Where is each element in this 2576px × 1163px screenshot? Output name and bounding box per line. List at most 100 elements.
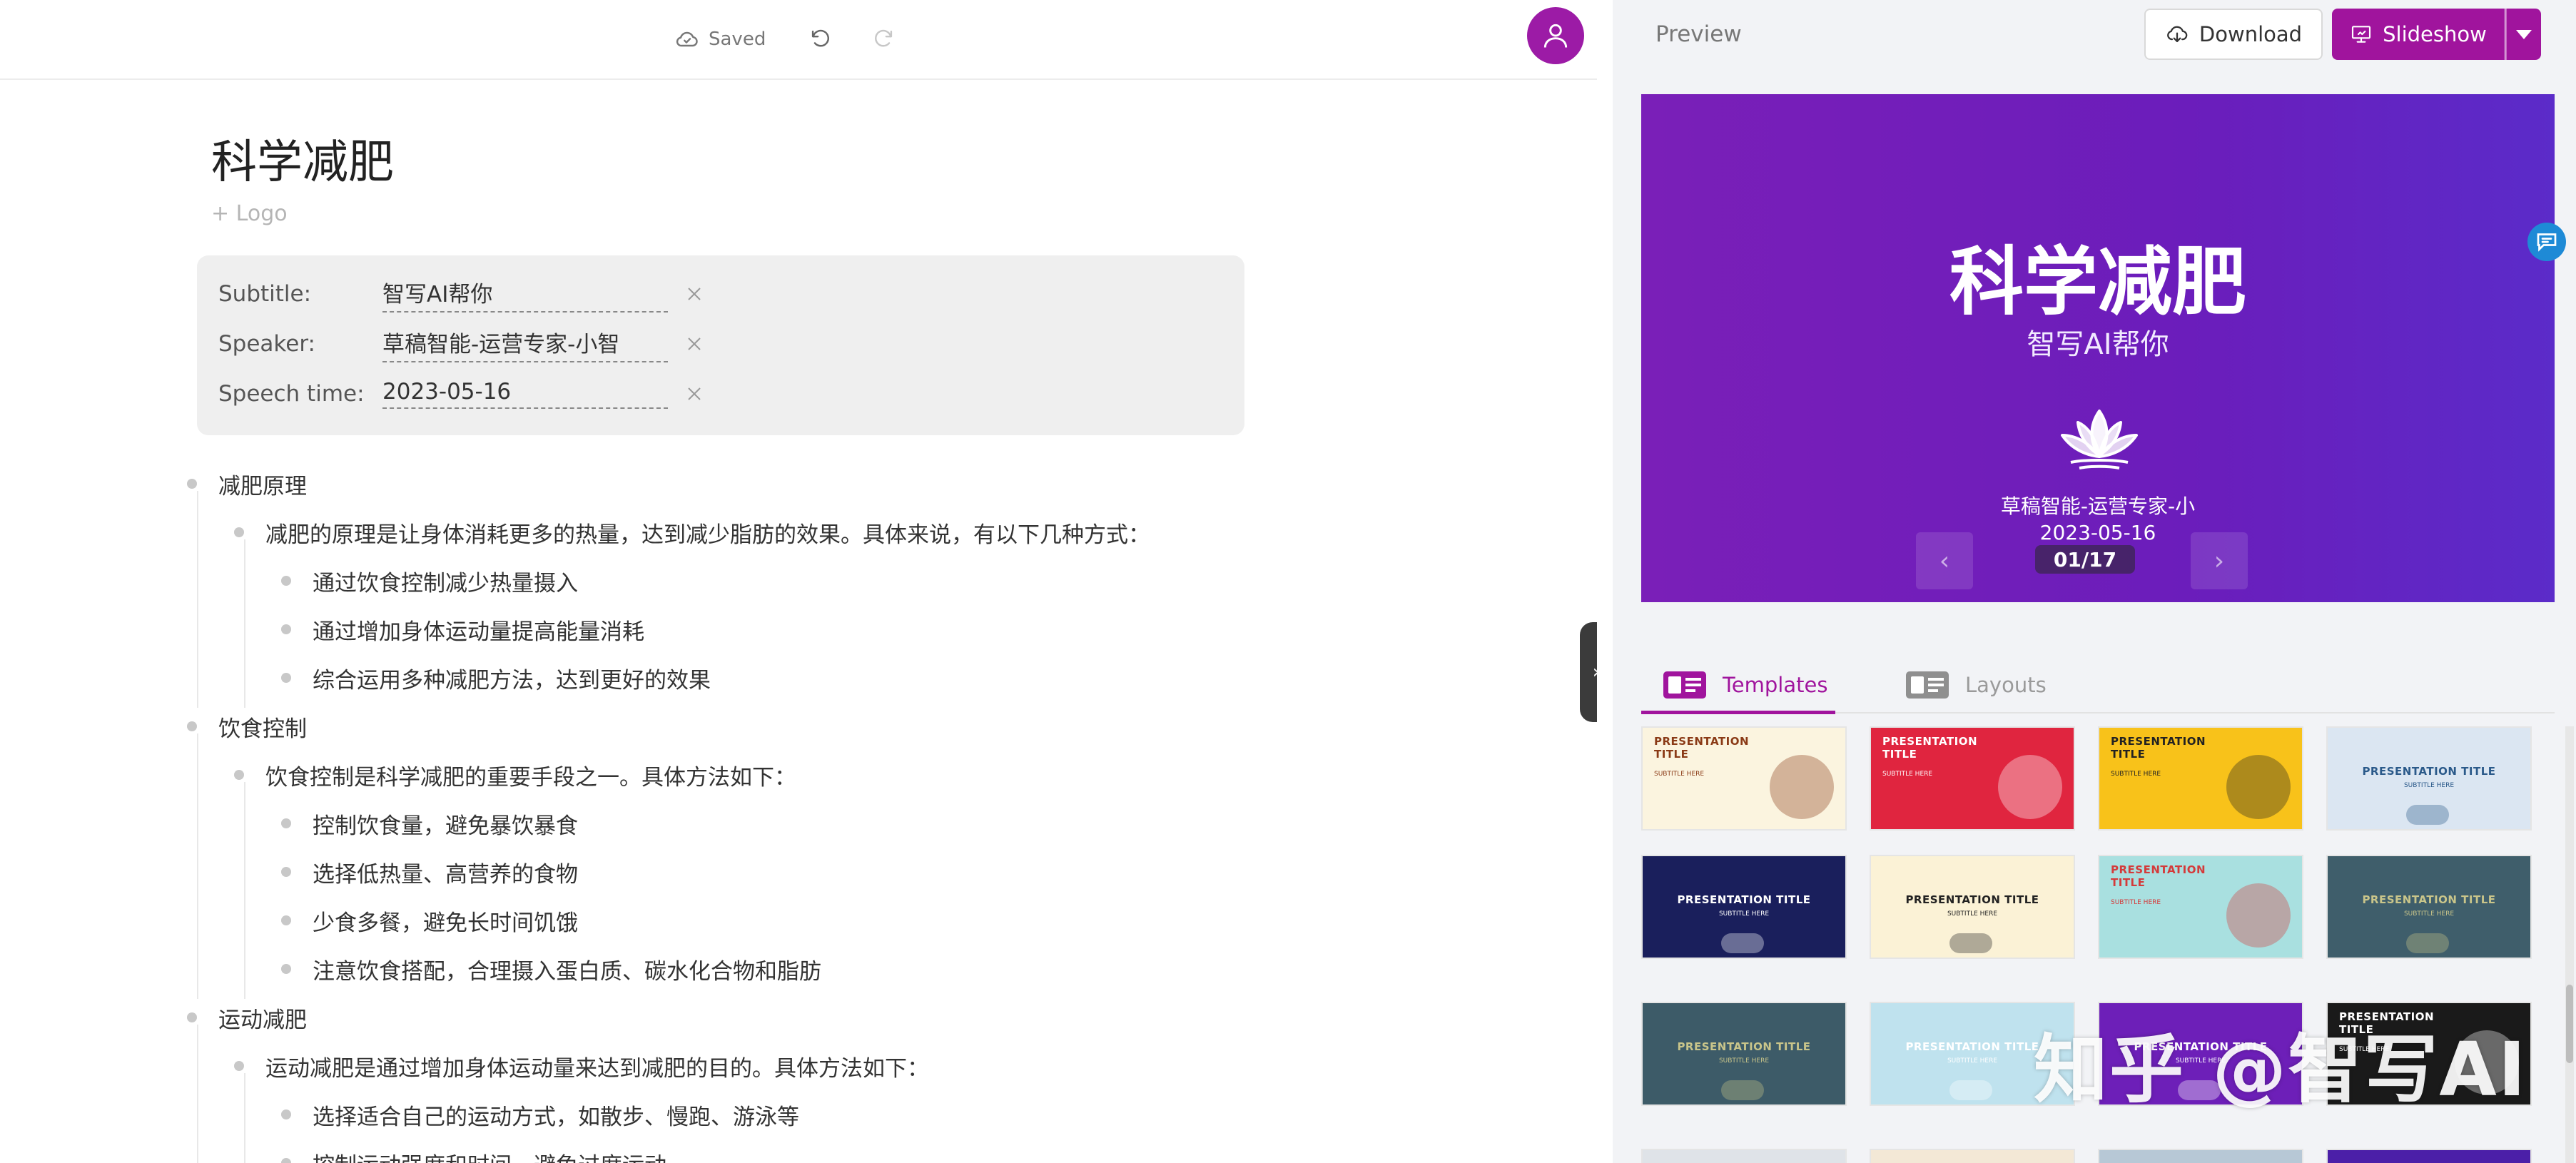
- download-button[interactable]: Download: [2144, 9, 2323, 60]
- preview-label: Preview: [1655, 21, 1742, 47]
- redo-icon: [875, 29, 893, 47]
- indent-guide: [197, 1025, 198, 1163]
- bullet-icon[interactable]: [234, 527, 244, 537]
- outline-item-text: 通过增加身体运动量提高能量消耗: [313, 619, 644, 645]
- bullet-icon[interactable]: [187, 721, 197, 731]
- outline-item[interactable]: 饮食控制: [187, 705, 307, 748]
- redo-button[interactable]: [866, 20, 903, 57]
- outline-item[interactable]: 减肥的原理是让身体消耗更多的热量，达到减少脂肪的效果。具体来说，有以下几种方式：: [234, 511, 1150, 554]
- chevron-right-icon: ›: [2214, 546, 2225, 576]
- template-thumbnail[interactable]: PRESENTATION TITLE SUBTITLE HERE: [2098, 855, 2303, 959]
- outline-item-text: 减肥的原理是让身体消耗更多的热量，达到减少脂肪的效果。具体来说，有以下几种方式：: [265, 522, 1150, 548]
- outline-item[interactable]: 减肥原理: [187, 462, 307, 505]
- bullet-icon[interactable]: [281, 818, 291, 828]
- document-title[interactable]: 科学减肥: [211, 126, 394, 191]
- template-subtitle: SUBTITLE HERE: [2403, 782, 2455, 789]
- subtitle-field[interactable]: 智写AI帮你: [382, 276, 668, 313]
- outline-item[interactable]: 运动减肥是通过增加身体运动量来达到减肥的目的。具体方法如下：: [234, 1045, 929, 1087]
- bullet-icon[interactable]: [281, 624, 291, 634]
- editor-pane: Saved 科学减肥 + Logo Subtitle: 智写AI帮你 Speak…: [0, 0, 1597, 1163]
- template-subtitle: SUBTITLE HERE: [1718, 910, 1770, 918]
- outline-item-text: 注意饮食搭配，合理摄入蛋白质、碳水化合物和脂肪: [313, 958, 821, 985]
- template-artwork: [1721, 1080, 1764, 1100]
- outline-item[interactable]: 综合运用多种减肥方法，达到更好的效果: [281, 656, 711, 699]
- bullet-icon[interactable]: [187, 1012, 197, 1022]
- previous-slide-button[interactable]: ‹: [1916, 532, 1973, 589]
- outline-item[interactable]: 运动减肥: [187, 996, 307, 1039]
- close-icon: [688, 387, 701, 400]
- outline-item[interactable]: 饮食控制是科学减肥的重要手段之一。具体方法如下：: [234, 753, 796, 796]
- template-thumbnail[interactable]: PRESENTATION TITLE SUBTITLE HERE: [1641, 1002, 1847, 1106]
- clear-speech-time-button[interactable]: [684, 383, 705, 405]
- panel-scrollbar-thumb[interactable]: [2566, 985, 2573, 1063]
- clear-speaker-button[interactable]: [684, 333, 705, 355]
- bullet-icon[interactable]: [281, 1109, 291, 1119]
- cloud-download-icon: [2167, 26, 2188, 43]
- outline-item[interactable]: 选择低热量、高营养的食物: [281, 850, 578, 893]
- editor-toolbar: Saved: [0, 0, 1597, 80]
- presentation-icon: [2352, 26, 2371, 43]
- bullet-icon[interactable]: [281, 576, 291, 586]
- template-thumbnail[interactable]: PRESENTATION TITLE SUBTITLE HERE: [2326, 855, 2532, 959]
- watermark: 知乎 @智写AI: [2034, 1026, 2527, 1113]
- user-avatar[interactable]: [1527, 7, 1584, 64]
- template-subtitle: SUBTITLE HERE: [1654, 771, 1705, 778]
- undo-button[interactable]: [801, 20, 838, 57]
- template-subtitle: SUBTITLE HERE: [1882, 771, 1933, 778]
- next-slide-button[interactable]: ›: [2191, 532, 2248, 589]
- slide-preview[interactable]: 科学减肥 智写AI帮你 草稿智能-运营专家-小 2023-05-16 ‹ › 0…: [1641, 94, 2555, 602]
- template-thumbnail[interactable]: [1870, 1149, 2075, 1163]
- add-logo-link[interactable]: + Logo: [211, 201, 288, 226]
- close-icon: [688, 337, 701, 350]
- caret-down-icon: [2516, 29, 2532, 39]
- meta-row-speech-time: Speech time: 2023-05-16: [218, 374, 705, 414]
- outline-item[interactable]: 注意饮食搭配，合理摄入蛋白质、碳水化合物和脂肪: [281, 948, 821, 990]
- template-thumbnail[interactable]: [2326, 1149, 2532, 1163]
- slideshow-label: Slideshow: [2383, 22, 2487, 46]
- bullet-icon[interactable]: [281, 915, 291, 925]
- bullet-icon[interactable]: [281, 964, 291, 974]
- bullet-icon[interactable]: [234, 770, 244, 780]
- assistant-widget[interactable]: [2527, 223, 2566, 261]
- template-thumbnail[interactable]: PRESENTATION TITLE SUBTITLE HERE: [1641, 726, 1847, 831]
- outline-item-text: 选择低热量、高营养的食物: [313, 861, 578, 888]
- template-thumbnail[interactable]: PRESENTATION TITLE SUBTITLE HERE: [1641, 855, 1847, 959]
- panel-scrollbar-track[interactable]: [2565, 726, 2574, 1163]
- template-artwork: [1949, 1080, 1992, 1100]
- template-thumbnail[interactable]: PRESENTATION TITLE SUBTITLE HERE: [1870, 855, 2075, 959]
- outline-item[interactable]: 控制运动强度和时间，避免过度运动: [281, 1142, 666, 1163]
- outline-item[interactable]: 选择适合自己的运动方式，如散步、慢跑、游泳等: [281, 1093, 799, 1136]
- outline-item[interactable]: 通过增加身体运动量提高能量消耗: [281, 608, 644, 651]
- slideshow-options-dropdown[interactable]: [2505, 9, 2541, 60]
- template-artwork: [2226, 883, 2291, 948]
- template-thumbnail[interactable]: [2098, 1149, 2303, 1163]
- template-thumbnail[interactable]: [1641, 1149, 1847, 1163]
- clear-subtitle-button[interactable]: [684, 283, 705, 305]
- bullet-icon[interactable]: [234, 1061, 244, 1071]
- indent-guide: [244, 782, 245, 999]
- meta-label: Speaker:: [218, 331, 315, 357]
- template-title: PRESENTATION TITLE: [2362, 893, 2496, 906]
- outline-item[interactable]: 少食多餐，避免长时间饥饿: [281, 899, 578, 942]
- outline-item[interactable]: 控制饮食量，避免暴饮暴食: [281, 802, 578, 845]
- template-thumbnail[interactable]: PRESENTATION TITLE SUBTITLE HERE: [1870, 726, 2075, 831]
- collapse-panel-button[interactable]: ›: [1580, 622, 1597, 722]
- slide-counter: 01/17: [2035, 545, 2135, 574]
- template-title: PRESENTATION TITLE: [2111, 735, 2206, 761]
- template-tabs: Templates Layouts: [1641, 656, 2555, 714]
- speaker-field[interactable]: 草稿智能-运营专家-小智: [382, 326, 668, 362]
- bullet-icon[interactable]: [281, 867, 291, 877]
- template-artwork: [1721, 933, 1764, 953]
- slideshow-button[interactable]: Slideshow: [2332, 9, 2505, 60]
- speech-time-field[interactable]: 2023-05-16: [382, 379, 668, 409]
- bullet-icon[interactable]: [187, 479, 197, 489]
- bullet-icon[interactable]: [281, 1158, 291, 1163]
- tab-templates[interactable]: Templates: [1663, 656, 1827, 713]
- outline-item[interactable]: 通过饮食控制减少热量摄入: [281, 559, 578, 602]
- layouts-icon: [1906, 671, 1949, 699]
- bullet-icon[interactable]: [281, 673, 291, 683]
- template-thumbnail[interactable]: PRESENTATION TITLE SUBTITLE HERE: [2098, 726, 2303, 831]
- template-thumbnail[interactable]: PRESENTATION TITLE SUBTITLE HERE: [2326, 726, 2532, 831]
- template-artwork: [2406, 805, 2449, 825]
- tab-layouts[interactable]: Layouts: [1905, 656, 2047, 713]
